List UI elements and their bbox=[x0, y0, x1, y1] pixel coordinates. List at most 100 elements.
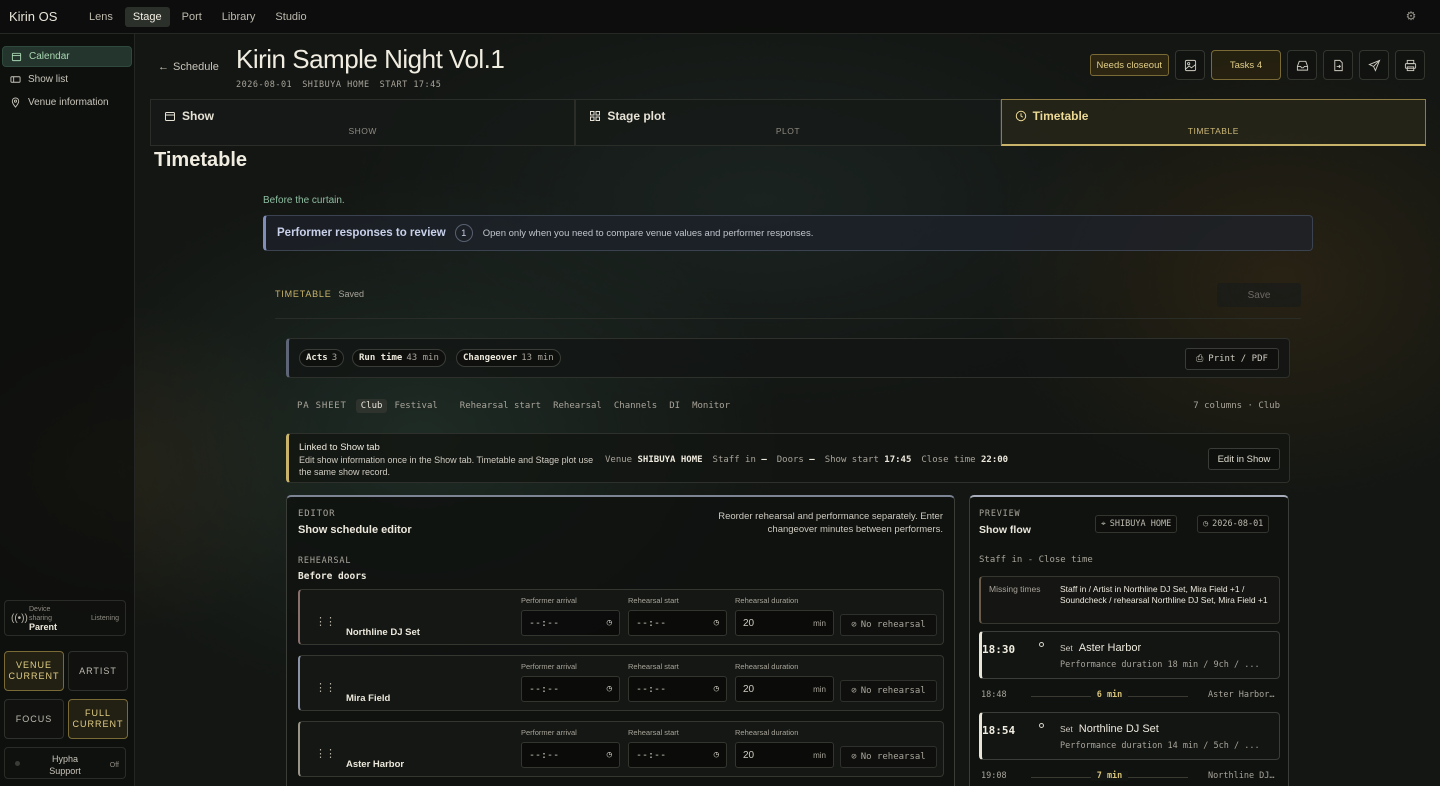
back-to-schedule-button[interactable]: ← Schedule bbox=[152, 55, 225, 79]
changeover-row: 18:48 6 min Aster Harbor... bbox=[981, 690, 1278, 702]
status-dot-icon bbox=[15, 761, 20, 766]
nav-port[interactable]: Port bbox=[174, 7, 210, 27]
act-name: Aster Harbor bbox=[346, 759, 405, 770]
pa-column-rehearsal-start[interactable]: Rehearsal start bbox=[455, 399, 546, 413]
edit-in-show-button[interactable]: Edit in Show bbox=[1208, 448, 1280, 470]
tab-label: Show bbox=[182, 109, 214, 123]
ticket-icon bbox=[10, 76, 21, 83]
timetable-stats: Acts 3 Run time 43 min Changeover 13 min ⎙ … bbox=[286, 338, 1290, 378]
tab-stage-plot[interactable]: Stage plot PLOT bbox=[575, 99, 1001, 146]
pa-column-rehearsal[interactable]: Rehearsal bbox=[548, 399, 607, 413]
schedule-editor: EDITOR Show schedule editor Reorder rehe… bbox=[286, 495, 955, 786]
sidebar-item-show-list[interactable]: Show list bbox=[2, 69, 132, 90]
nav-library[interactable]: Library bbox=[214, 7, 264, 27]
calendar-icon bbox=[165, 112, 175, 121]
rehearsal-start-input[interactable]: --:-- ◷ bbox=[628, 676, 727, 702]
tab-label: Stage plot bbox=[607, 109, 666, 123]
rehearsal-duration-input[interactable]: 20 min bbox=[735, 610, 834, 636]
mode-focus-button[interactable]: FOCUS bbox=[4, 699, 64, 739]
needs-closeout-badge[interactable]: Needs closeout bbox=[1089, 54, 1169, 76]
no-rehearsal-toggle[interactable]: ⊘ No rehearsal bbox=[840, 680, 937, 702]
print-button[interactable] bbox=[1395, 50, 1425, 80]
hypha-support-toggle[interactable]: Hypha Support Off bbox=[4, 747, 126, 779]
preview-range: Staff in - Close time bbox=[979, 555, 1093, 565]
mode-venue-current: CURRENT bbox=[8, 671, 60, 681]
pa-column-monitor[interactable]: Monitor bbox=[687, 399, 735, 413]
pa-column-di[interactable]: DI bbox=[664, 399, 685, 413]
back-label: Schedule bbox=[173, 61, 219, 73]
no-rehearsal-toggle[interactable]: ⊘ No rehearsal bbox=[840, 746, 937, 768]
sidebar-item-label: Show list bbox=[28, 74, 69, 85]
field-label: Performer arrival bbox=[521, 596, 577, 605]
map-pin-icon: ⌖ bbox=[1101, 519, 1106, 529]
venue-info: Venue SHIBUYA HOME bbox=[605, 455, 703, 465]
preview-title: Show flow bbox=[979, 524, 1031, 536]
save-button[interactable]: Save bbox=[1217, 283, 1301, 307]
print-pdf-button[interactable]: ⎙ Print / PDF bbox=[1185, 348, 1279, 370]
nav-studio[interactable]: Studio bbox=[267, 7, 314, 27]
mode-venue-label: VENUE bbox=[15, 660, 52, 670]
timetable-status: TIMETABLE Saved bbox=[275, 289, 364, 299]
show-date: 2026-08-01 bbox=[236, 80, 293, 90]
nav-lens[interactable]: Lens bbox=[81, 7, 121, 27]
pa-column-channels[interactable]: Channels bbox=[609, 399, 662, 413]
broadcast-icon: ((•)) bbox=[11, 613, 28, 624]
import-button[interactable] bbox=[1323, 50, 1353, 80]
send-icon bbox=[1367, 59, 1380, 72]
tab-sub: SHOW bbox=[348, 126, 377, 136]
pa-mode-club[interactable]: Club bbox=[355, 399, 388, 413]
pa-sheet-label: PA SHEET bbox=[297, 401, 347, 411]
clock-icon: ◷ bbox=[713, 750, 719, 760]
send-button[interactable] bbox=[1359, 50, 1389, 80]
drag-handle-icon[interactable]: ⋮⋮ bbox=[315, 747, 336, 760]
set-card[interactable]: 18:30 Set Aster Harbor Performance durati… bbox=[979, 631, 1280, 679]
mode-full-current: CURRENT bbox=[72, 719, 124, 729]
app-brand: Kirin OS bbox=[9, 9, 58, 24]
performer-responses-panel[interactable]: Performer responses to review 1 Open onl… bbox=[263, 215, 1313, 251]
rehearsal-duration-input[interactable]: 20 min bbox=[735, 742, 834, 768]
missing-times-notice: Missing times Staff in / Artist in North… bbox=[979, 576, 1280, 624]
changeover-minutes: 7 min bbox=[1090, 771, 1129, 781]
arrow-left-icon: ← bbox=[158, 61, 169, 73]
gear-icon[interactable]: ⚙ bbox=[1402, 9, 1420, 27]
performer-arrival-input[interactable]: --:-- ◷ bbox=[521, 676, 620, 702]
sidebar-item-calendar[interactable]: Calendar bbox=[2, 46, 132, 67]
sidebar-item-venue-information[interactable]: Venue information bbox=[2, 92, 132, 113]
drag-handle-icon[interactable]: ⋮⋮ bbox=[315, 681, 336, 694]
field-label: Rehearsal start bbox=[628, 662, 679, 671]
performer-arrival-input[interactable]: --:-- ◷ bbox=[521, 742, 620, 768]
inbox-icon bbox=[1296, 60, 1308, 71]
section-subtitle: Before the curtain. bbox=[263, 195, 345, 206]
rehearsal-start-input[interactable]: --:-- ◷ bbox=[628, 610, 727, 636]
divider bbox=[275, 318, 1301, 319]
changeover-next: Northline DJ ... bbox=[1208, 771, 1278, 781]
top-bar: Kirin OS Lens Stage Port Library Studio … bbox=[0, 0, 1440, 34]
tasks-button[interactable]: Tasks 4 bbox=[1211, 50, 1281, 80]
tab-timetable[interactable]: Timetable TIMETABLE bbox=[1000, 99, 1426, 146]
image-button[interactable] bbox=[1175, 50, 1205, 80]
nav-stage[interactable]: Stage bbox=[124, 6, 170, 27]
mode-full-button[interactable]: FULL CURRENT bbox=[68, 699, 128, 739]
tab-label: Timetable bbox=[1032, 109, 1089, 123]
print-label: Print / PDF bbox=[1208, 354, 1268, 364]
inbox-button[interactable] bbox=[1287, 50, 1317, 80]
mode-artist-button[interactable]: ARTIST bbox=[68, 651, 128, 691]
rehearsal-start-input[interactable]: --:-- ◷ bbox=[628, 742, 727, 768]
performer-arrival-input[interactable]: --:-- ◷ bbox=[521, 610, 620, 636]
view-tabs: Show SHOW Stage plot PLOT Timetable TIME… bbox=[150, 99, 1426, 146]
clock-icon: ◷ bbox=[606, 618, 612, 628]
set-card[interactable]: 18:54 Set Northline DJ Set Performance du… bbox=[979, 712, 1280, 760]
drag-handle-icon[interactable]: ⋮⋮ bbox=[315, 615, 336, 628]
no-rehearsal-toggle[interactable]: ⊘ No rehearsal bbox=[840, 614, 937, 636]
set-kind: Set bbox=[1060, 724, 1073, 734]
device-sharing-panel[interactable]: ((•)) Device sharing Parent Listening bbox=[4, 600, 126, 636]
printer-icon: ⎙ bbox=[1196, 354, 1204, 364]
rehearsal-duration-input[interactable]: 20 min bbox=[735, 676, 834, 702]
rehearsal-subheading: Before doors bbox=[298, 571, 367, 582]
missing-label: Missing times bbox=[989, 584, 1041, 594]
mode-venue-button[interactable]: VENUE CURRENT bbox=[4, 651, 64, 691]
tab-show[interactable]: Show SHOW bbox=[150, 99, 576, 146]
pa-mode-festival[interactable]: Festival bbox=[389, 399, 442, 413]
section-heading: Timetable bbox=[154, 149, 247, 171]
changeover-pill: Changeover 13 min bbox=[456, 349, 561, 367]
